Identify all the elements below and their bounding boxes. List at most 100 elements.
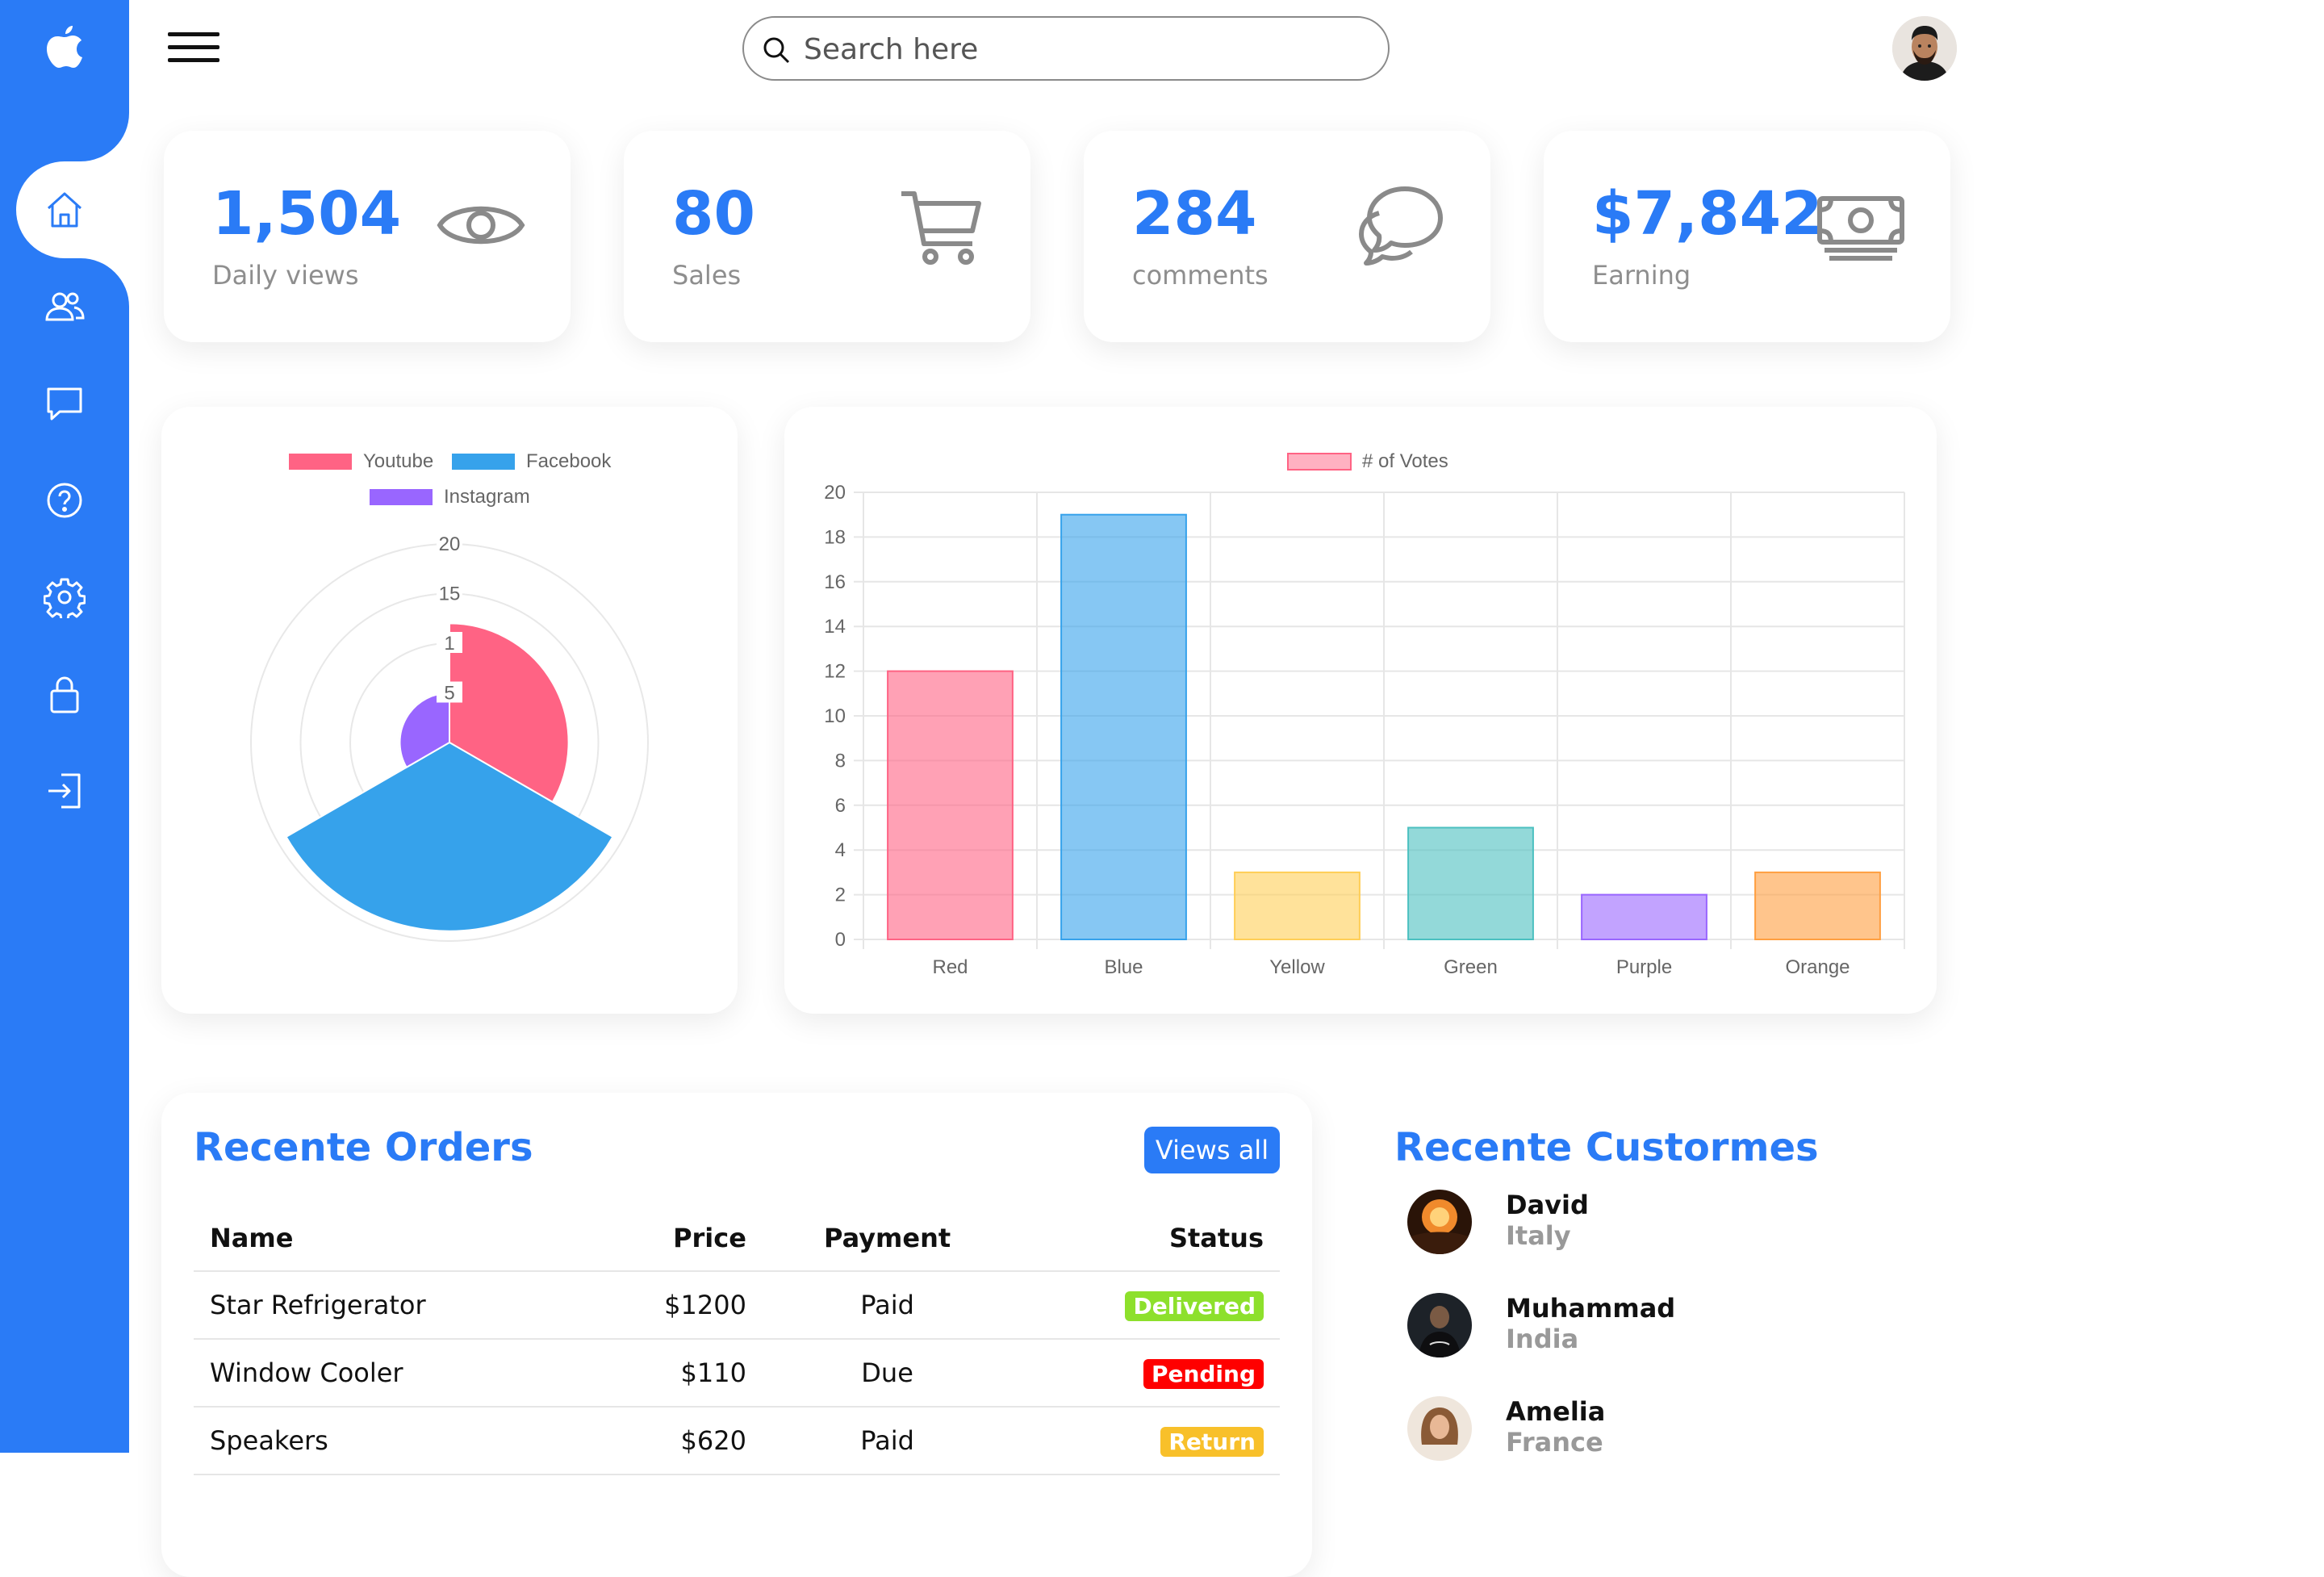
legend-swatch <box>452 454 515 470</box>
card-comments[interactable]: 284 comments <box>1084 131 1490 342</box>
sign-out-icon <box>48 773 81 809</box>
cart-icon <box>901 191 981 265</box>
legend-label: Facebook <box>526 450 612 472</box>
recent-orders-title: Recente Orders <box>194 1125 533 1170</box>
column-header-status: Status <box>1012 1206 1280 1272</box>
table-row[interactable]: Star Refrigerator $1200 Paid Delivered <box>194 1271 1280 1340</box>
customer-item[interactable]: Muhammad India <box>1407 1293 1891 1366</box>
help-icon <box>47 483 82 518</box>
legend-label: Instagram <box>444 486 530 508</box>
y-tick-label: 4 <box>835 839 846 861</box>
y-tick-label: 10 <box>824 705 846 727</box>
y-tick-label: 16 <box>824 571 846 593</box>
customer-name: David <box>1506 1190 1589 1220</box>
message-icon <box>47 387 82 420</box>
bar-chart: # of Votes 0 2 4 6 8 10 12 14 16 18 20 Red Blue Yello… <box>824 450 1905 978</box>
sidebar-item-password[interactable] <box>0 646 129 742</box>
y-tick-label: 14 <box>824 616 846 638</box>
card-number: $7,842 <box>1592 179 1823 249</box>
column-header-payment: Payment <box>762 1206 1013 1272</box>
x-tick-label: Orange <box>1785 956 1850 978</box>
card-number: 1,504 <box>212 179 402 249</box>
card-label: comments <box>1132 260 1269 291</box>
legend-swatch <box>370 489 433 505</box>
column-header-price: Price <box>583 1206 763 1272</box>
chat-icon <box>1359 186 1443 266</box>
customer-item[interactable]: Amelia France <box>1407 1396 1891 1469</box>
order-name: Star Refrigerator <box>194 1271 583 1340</box>
orders-table: Name Price Payment Status Star Refrigera… <box>194 1206 1280 1475</box>
card-label: Sales <box>672 260 742 291</box>
bar-red <box>887 670 1014 940</box>
legend-label: Youtube <box>363 450 433 472</box>
card-label: Earning <box>1592 260 1691 291</box>
users-icon <box>45 292 85 321</box>
x-tick-label: Green <box>1444 956 1498 978</box>
recent-customers-title: Recente Custormes <box>1394 1125 1819 1170</box>
sidebar <box>0 0 129 1453</box>
apple-logo-icon[interactable] <box>42 24 87 73</box>
y-tick-label: 20 <box>824 482 846 504</box>
recent-orders-panel: Recente Orders Views all Name Price Paym… <box>161 1093 1312 1577</box>
tick-label: 15 <box>439 584 461 605</box>
card-label: Daily views <box>212 260 359 291</box>
legend-swatch <box>289 454 352 470</box>
sidebar-item-help[interactable] <box>0 452 129 549</box>
lock-icon <box>50 676 79 713</box>
order-price: $620 <box>583 1407 763 1475</box>
y-tick-label: 8 <box>835 750 846 772</box>
column-header-name: Name <box>194 1206 583 1272</box>
customer-country: India <box>1506 1324 1579 1354</box>
search-input[interactable] <box>802 27 1370 71</box>
x-tick-label: Red <box>932 956 968 978</box>
legend-swatch <box>1287 453 1352 471</box>
bar-chart-panel: # of Votes 0 2 4 6 8 10 12 14 16 18 20 Red Blue Yello… <box>784 407 1937 1014</box>
tick-label: 1 <box>444 633 454 655</box>
table-row[interactable]: Speakers $620 Paid Return <box>194 1407 1280 1475</box>
card-earning[interactable]: $7,842 Earning <box>1544 131 1950 342</box>
sidebar-item-settings[interactable] <box>0 549 129 646</box>
card-number: 80 <box>672 179 755 249</box>
y-tick-label: 18 <box>824 526 846 548</box>
order-payment: Paid <box>762 1271 1013 1340</box>
table-header-row: Name Price Payment Status <box>194 1206 1280 1272</box>
view-all-button[interactable]: Views all <box>1144 1127 1280 1173</box>
sidebar-item-sign-out[interactable] <box>0 742 129 839</box>
status-badge: Pending <box>1143 1358 1264 1389</box>
customer-country: Italy <box>1506 1220 1571 1251</box>
customer-item[interactable]: David Italy <box>1407 1190 1891 1262</box>
card-sales[interactable]: 80 Sales <box>624 131 1030 342</box>
status-badge: Delivered <box>1125 1290 1264 1321</box>
tick-label: 20 <box>439 533 461 555</box>
x-tick-label: Blue <box>1104 956 1143 978</box>
bar-blue <box>1060 513 1187 940</box>
polar-chart-panel: Youtube Facebook Instagram 20 15 1 5 <box>161 407 738 1014</box>
cash-icon <box>1817 196 1904 261</box>
customer-name: Muhammad <box>1506 1293 1676 1324</box>
eye-icon <box>437 206 525 245</box>
bar-orange <box>1754 871 1881 941</box>
x-tick-label: Yellow <box>1269 956 1325 978</box>
order-name: Window Cooler <box>194 1339 583 1408</box>
customer-avatar <box>1407 1293 1472 1357</box>
menu-toggle-icon[interactable] <box>168 32 219 68</box>
sidebar-item-messages[interactable] <box>0 355 129 452</box>
order-name: Speakers <box>194 1407 583 1475</box>
bar-green <box>1407 826 1534 940</box>
y-tick-label: 0 <box>835 929 846 951</box>
settings-icon <box>44 578 86 618</box>
order-payment: Paid <box>762 1407 1013 1475</box>
customer-name: Amelia <box>1506 1396 1606 1427</box>
y-tick-label: 6 <box>835 795 846 817</box>
customer-avatar <box>1407 1396 1472 1461</box>
user-avatar[interactable] <box>1892 16 1957 81</box>
legend-label: # of Votes <box>1362 450 1448 472</box>
table-row[interactable]: Window Cooler $110 Due Pending <box>194 1339 1280 1408</box>
card-number: 284 <box>1132 179 1257 249</box>
sidebar-item-home[interactable] <box>16 161 129 258</box>
y-tick-label: 2 <box>835 885 846 906</box>
card-daily-views[interactable]: 1,504 Daily views <box>164 131 571 342</box>
bar-purple <box>1581 893 1707 940</box>
sidebar-item-customers[interactable] <box>0 258 129 355</box>
order-payment: Due <box>762 1339 1013 1408</box>
